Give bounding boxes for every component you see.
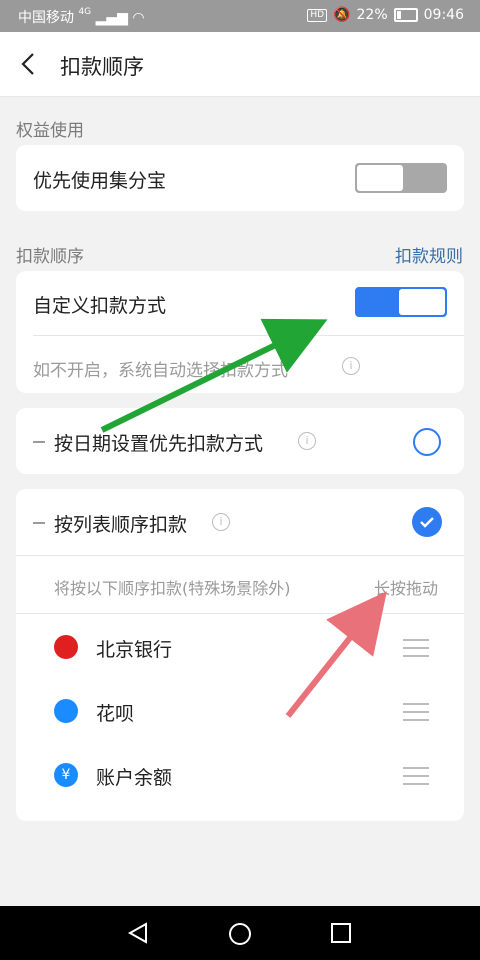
bank-of-beijing-icon <box>54 635 78 659</box>
network-type: 4G <box>78 7 92 17</box>
drag-handle-icon[interactable] <box>403 703 429 721</box>
title-bar: 扣款顺序 <box>0 32 480 97</box>
nav-home-icon[interactable] <box>228 922 252 946</box>
nav-recents-icon[interactable] <box>330 922 352 944</box>
divider <box>16 613 464 614</box>
payment-method-name: 北京银行 <box>96 639 173 661</box>
custom-deduction-card: 自定义扣款方式 如不开启，系统自动选择扣款方式 i <box>16 271 464 393</box>
signal-icon: ▂▄▆ <box>95 10 128 26</box>
battery-percent: 22% <box>356 7 388 23</box>
check-icon <box>420 517 434 528</box>
drag-handle-icon[interactable] <box>403 767 429 785</box>
hd-icon: HD <box>307 8 328 22</box>
carrier-name: 中国移动 <box>18 10 74 26</box>
by-date-card[interactable]: 按日期设置优先扣款方式 i <box>16 408 464 474</box>
divider <box>16 555 464 556</box>
wifi-icon: ◠ <box>132 10 145 26</box>
back-icon[interactable] <box>18 52 40 76</box>
by-list-card: 按列表顺序扣款 i 将按以下顺序扣款(特殊场景除外) 长按拖动 北京银行 花呗 … <box>16 489 464 821</box>
carrier-label: 中国移动 4G ▂▄▆ ◠ <box>18 7 145 27</box>
nav-back-icon[interactable] <box>126 922 150 944</box>
balance-icon: ¥ <box>54 763 78 787</box>
by-date-label: 按日期设置优先扣款方式 <box>54 433 264 455</box>
custom-deduction-label: 自定义扣款方式 <box>33 295 167 317</box>
auto-select-hint: 如不开启，系统自动选择扣款方式 <box>33 361 288 381</box>
jifenbao-toggle[interactable] <box>355 163 447 193</box>
status-bar: 中国移动 4G ▂▄▆ ◠ HD 🔕 22% 09:46 <box>0 0 480 32</box>
divider <box>33 335 464 336</box>
by-list-radio-selected[interactable] <box>412 507 442 537</box>
list-order-hint: 将按以下顺序扣款(特殊场景除外) <box>54 579 291 598</box>
by-date-radio[interactable] <box>413 428 441 456</box>
dash-icon <box>33 522 45 524</box>
page-title: 扣款顺序 <box>60 55 144 79</box>
deduction-rules-link[interactable]: 扣款规则 <box>395 242 463 267</box>
dash-icon <box>33 441 45 443</box>
deduction-section-label: 扣款顺序 <box>16 247 84 267</box>
battery-icon <box>393 8 418 22</box>
payment-method-name: 账户余额 <box>96 767 173 789</box>
clock: 09:46 <box>423 7 464 23</box>
payment-method-name: 花呗 <box>96 703 135 725</box>
jifenbao-label: 优先使用集分宝 <box>33 170 167 192</box>
info-icon[interactable]: i <box>212 513 230 531</box>
custom-deduction-toggle[interactable] <box>355 287 447 317</box>
long-press-label: 长按拖动 <box>374 579 439 598</box>
huabei-icon <box>54 699 78 723</box>
drag-handle-icon[interactable] <box>403 639 429 657</box>
by-list-label: 按列表顺序扣款 <box>54 514 188 536</box>
rights-section-label: 权益使用 <box>16 121 84 141</box>
info-icon[interactable]: i <box>298 432 316 450</box>
mute-icon: 🔕 <box>333 7 351 23</box>
info-icon[interactable]: i <box>342 357 360 375</box>
jifenbao-card: 优先使用集分宝 <box>16 145 464 211</box>
system-nav-bar <box>0 906 480 960</box>
